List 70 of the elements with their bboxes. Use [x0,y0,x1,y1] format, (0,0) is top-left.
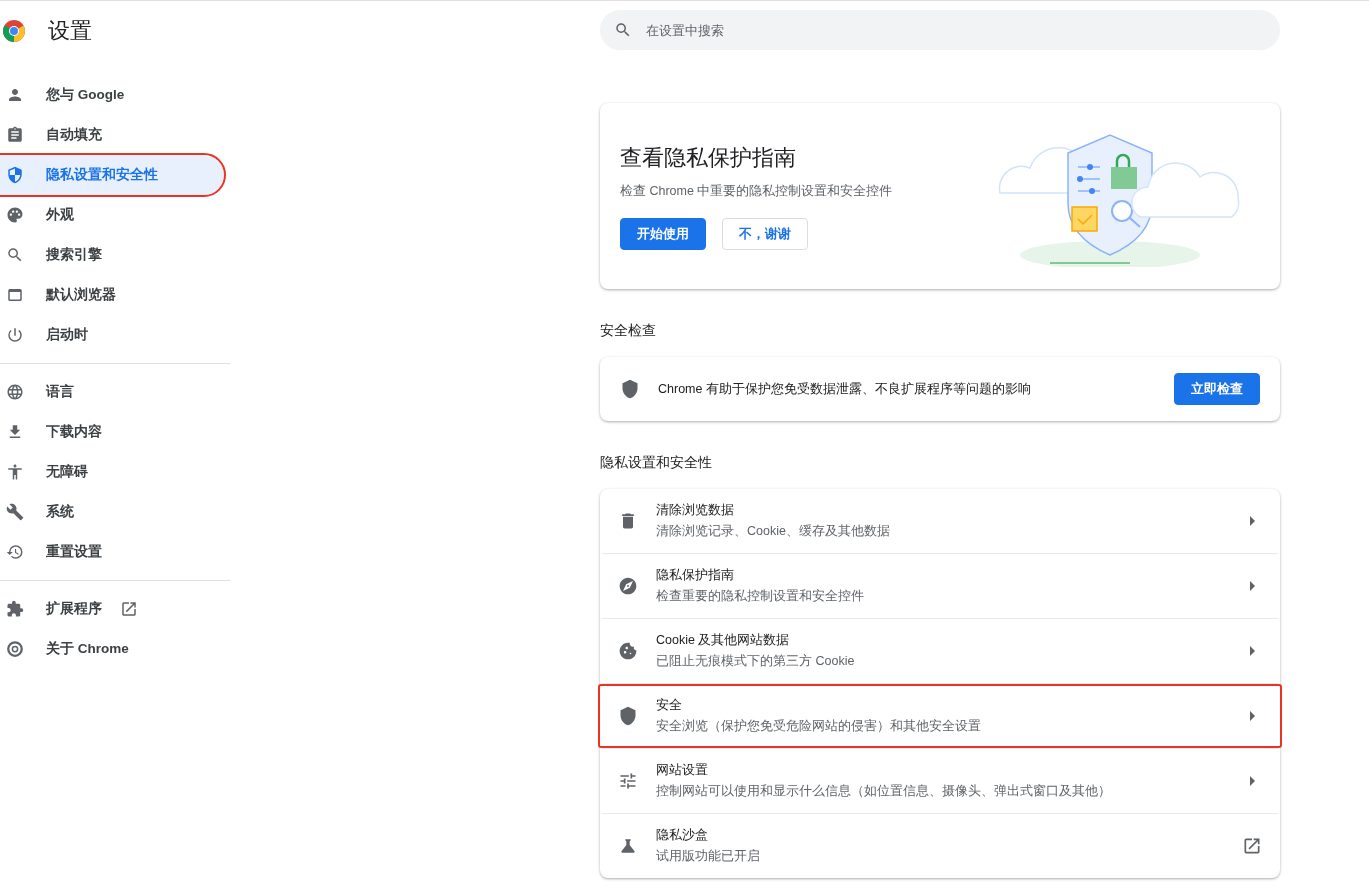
shield-icon [618,706,638,726]
external-link-icon [120,600,138,618]
chrome-logo-icon [2,19,26,43]
sidebar-item[interactable]: 扩展程序 [0,589,224,629]
settings-row[interactable]: 隐私沙盒 试用版功能已开启 [598,814,1282,878]
search-icon [614,21,632,39]
sidebar-item[interactable]: 外观 [0,195,224,235]
row-subtitle: 清除浏览记录、Cookie、缓存及其他数据 [656,523,891,540]
chrome-outline-icon [6,640,24,658]
row-title: 清除浏览数据 [656,502,735,519]
shield-icon [6,166,24,184]
shield-icon [620,379,640,399]
search-field[interactable]: 在设置中搜索 [600,10,1280,50]
row-title: 安全 [656,697,683,714]
power-icon [6,326,24,344]
sidebar-item[interactable]: 您与 Google [0,75,224,115]
history-icon [6,543,24,561]
sidebar-item[interactable]: 关于 Chrome [0,629,224,669]
row-title: 网站设置 [656,762,709,779]
row-subtitle: 已阻止无痕模式下的第三方 Cookie [656,653,856,670]
safety-check-text: Chrome 有助于保护您免受数据泄露、不良扩展程序等问题的影响 [658,380,1032,398]
guide-description: 检查 Chrome 中重要的隐私控制设置和安全控件 [620,182,893,200]
decline-button[interactable]: 不，谢谢 [722,217,808,250]
globe-icon [6,383,24,401]
caret-right-icon [1250,581,1255,591]
row-subtitle: 试用版功能已开启 [656,848,761,865]
palette-icon [6,206,24,224]
settings-row[interactable]: 安全 安全浏览（保护您免受危险网站的侵害）和其他安全设置 [598,684,1282,748]
sidebar-item[interactable]: 下载内容 [0,412,224,452]
row-subtitle: 控制网站可以使用和显示什么信息（如位置信息、摄像头、弹出式窗口及其他） [656,783,1112,800]
sidebar-item[interactable]: 自动填充 [0,115,224,155]
sidebar-item[interactable]: 系统 [0,492,224,532]
flask-icon [618,836,638,856]
sidebar-item[interactable]: 默认浏览器 [0,275,224,315]
page-title: 设置 [48,17,92,45]
accessibility-icon [6,463,24,481]
sidebar-item[interactable]: 隐私设置和安全性 [0,155,224,195]
caret-right-icon [1250,711,1255,721]
section-heading: 安全检查 [600,321,657,340]
sidebar-item[interactable]: 重置设置 [0,532,224,572]
row-title: Cookie 及其他网站数据 [656,632,791,649]
section-heading: 隐私设置和安全性 [600,453,713,472]
puzzle-icon [6,600,24,618]
settings-row[interactable]: Cookie 及其他网站数据 已阻止无痕模式下的第三方 Cookie [598,619,1282,683]
clipboard-icon [6,126,24,144]
guide-title: 查看隐私保护指南 [620,143,797,172]
check-now-button[interactable]: 立即检查 [1174,373,1260,405]
sidebar-item[interactable]: 无障碍 [0,452,224,492]
external-link-icon [1242,836,1262,856]
wrench-icon [6,503,24,521]
start-button[interactable]: 开始使用 [620,217,706,250]
person-icon [6,86,24,104]
row-title: 隐私沙盒 [656,827,709,844]
sidebar-item[interactable]: 启动时 [0,315,224,355]
compass-icon [618,576,638,596]
row-subtitle: 安全浏览（保护您免受危险网站的侵害）和其他安全设置 [656,718,982,735]
settings-row[interactable]: 隐私保护指南 检查重要的隐私控制设置和安全控件 [598,554,1282,618]
row-title: 隐私保护指南 [656,567,735,584]
sidebar-item[interactable]: 语言 [0,372,224,412]
sliders-icon [618,771,638,791]
row-subtitle: 检查重要的隐私控制设置和安全控件 [656,588,865,605]
browser-window-icon [6,286,24,304]
caret-right-icon [1250,776,1255,786]
settings-row[interactable]: 网站设置 控制网站可以使用和显示什么信息（如位置信息、摄像头、弹出式窗口及其他） [598,749,1282,813]
cookie-icon [618,641,638,661]
caret-right-icon [1250,516,1255,526]
search-icon [6,246,24,264]
caret-right-icon [1250,646,1255,656]
sidebar-item[interactable]: 搜索引擎 [0,235,224,275]
settings-row[interactable]: 清除浏览数据 清除浏览记录、Cookie、缓存及其他数据 [598,489,1282,553]
